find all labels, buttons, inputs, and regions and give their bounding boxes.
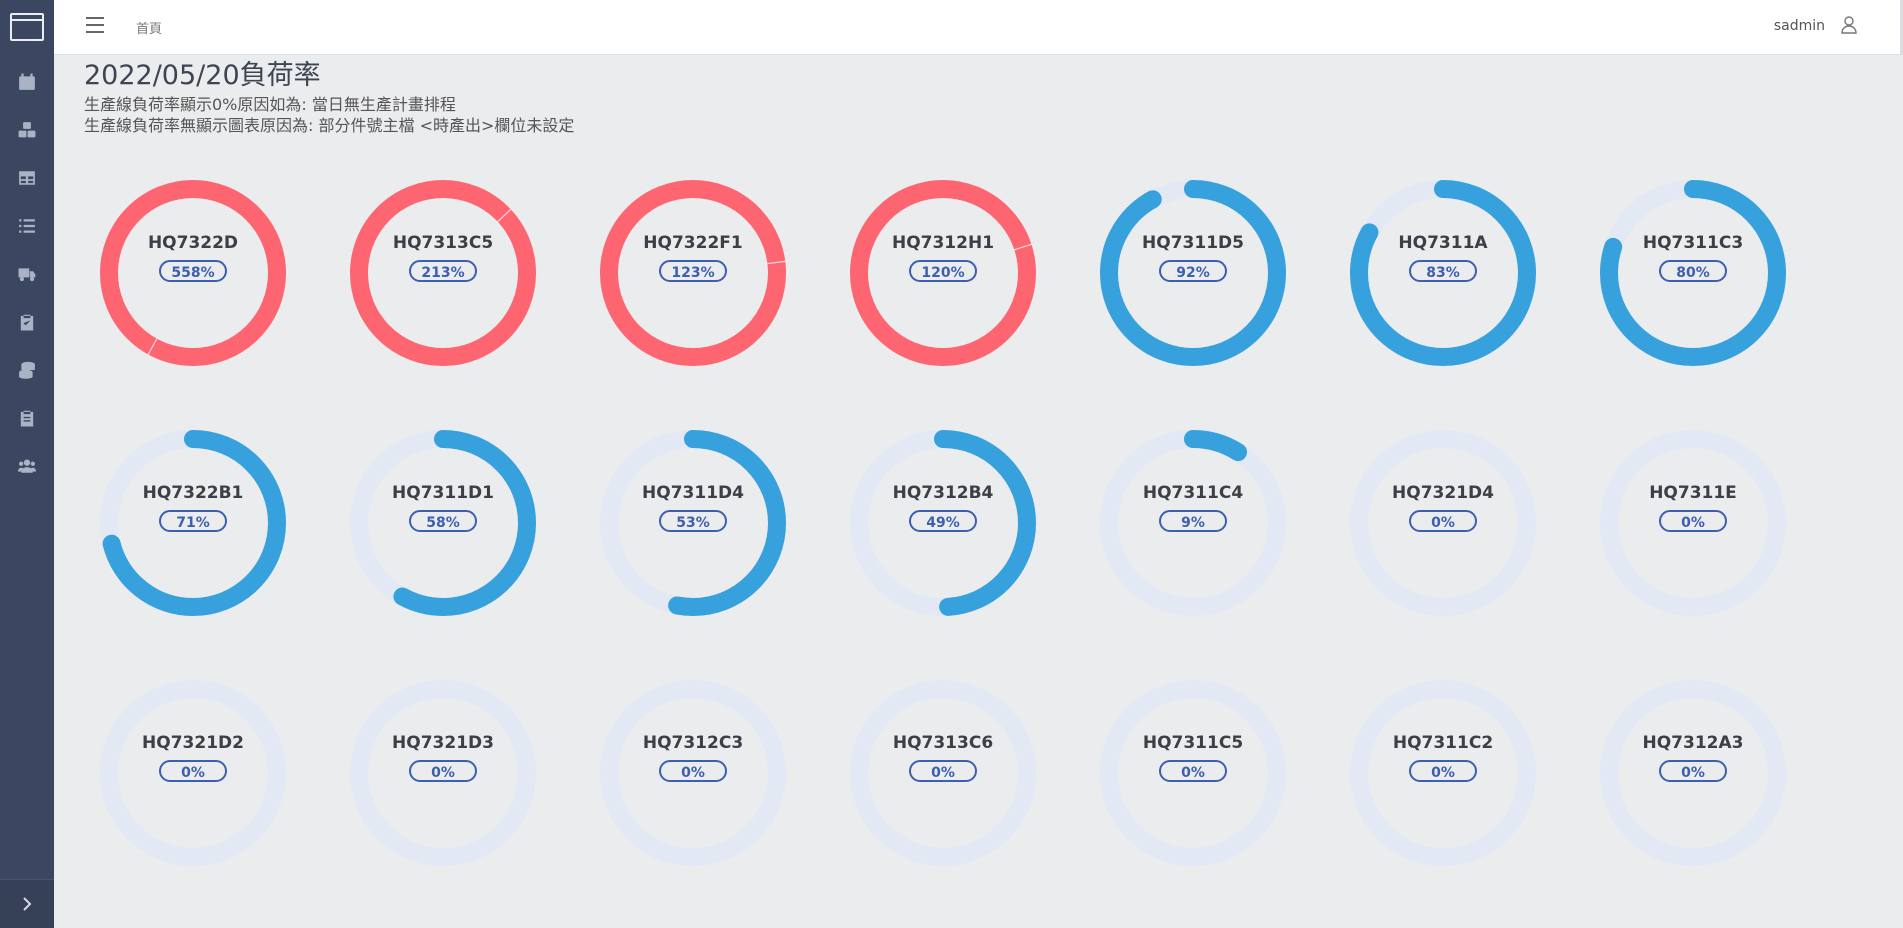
load-gauge-card: HQ7312B4 49%	[850, 430, 1036, 616]
load-gauge-card: HQ7311C2 0%	[1350, 680, 1536, 866]
clipboard-icon[interactable]	[0, 394, 54, 442]
clipboard-check-icon[interactable]	[0, 298, 54, 346]
load-gauge-card: HQ7312A3 0%	[1600, 680, 1786, 866]
gauge-line-name: HQ7322B1	[142, 483, 244, 503]
note-zero-reason: 生產線負荷率顯示0%原因如為: 當日無生產計畫排程	[84, 95, 456, 114]
note-missing-chart-reason: 生產線負荷率無顯示圖表原因為: 部分件號主檔 <時產出>欄位未設定	[84, 116, 575, 135]
load-gauge-card: HQ7321D4 0%	[1350, 430, 1536, 616]
load-gauge-card: HQ7322F1 123%	[600, 180, 786, 366]
gauge-line-name: HQ7322F1	[643, 233, 743, 253]
load-gauge-card: HQ7313C5 213%	[350, 180, 536, 366]
load-gauge-card: HQ7321D3 0%	[350, 680, 536, 866]
gauge-percent-badge: 0%	[659, 760, 727, 782]
calendar-icon[interactable]	[0, 58, 54, 106]
gauge-percent-badge: 0%	[409, 760, 477, 782]
load-gauge-card: HQ7311C3 80%	[1600, 180, 1786, 366]
sidebar-expand-button[interactable]	[0, 879, 54, 928]
gauge-percent-badge: 120%	[909, 260, 977, 282]
gauge-percent-badge: 0%	[1659, 510, 1727, 532]
gauge-line-name: HQ7311D4	[642, 483, 744, 503]
app-logo-icon[interactable]	[0, 0, 54, 54]
gauge-percent-badge: 0%	[909, 760, 977, 782]
gauge-line-name: HQ7313C5	[392, 233, 494, 253]
main-content: 2022/05/20負荷率 生產線負荷率顯示0%原因如為: 當日無生產計畫排程 …	[84, 58, 574, 136]
load-gauge-card: HQ7311D1 58%	[350, 430, 536, 616]
gauge-line-name: HQ7312B4	[892, 483, 994, 503]
sidebar	[0, 0, 54, 928]
gauge-line-name: HQ7311C4	[1142, 483, 1244, 503]
gauge-percent-badge: 9%	[1159, 510, 1227, 532]
gauge-line-name: HQ7311D1	[392, 483, 494, 503]
gauge-line-name: HQ7312C3	[642, 733, 744, 753]
gauge-line-name: HQ7311D5	[1142, 233, 1244, 253]
gauge-percent-badge: 49%	[909, 510, 977, 532]
load-gauge-card: HQ7313C6 0%	[850, 680, 1036, 866]
menu-toggle-icon[interactable]	[86, 17, 104, 33]
gauge-percent-badge: 0%	[1409, 510, 1477, 532]
gauge-line-name: HQ7312A3	[1642, 733, 1744, 753]
gauge-percent-badge: 0%	[1409, 760, 1477, 782]
gauge-percent-badge: 0%	[1659, 760, 1727, 782]
gauge-percent-badge: 92%	[1159, 260, 1227, 282]
gauge-percent-badge: 80%	[1659, 260, 1727, 282]
gauge-percent-badge: 83%	[1409, 260, 1477, 282]
breadcrumb-home[interactable]: 首頁	[136, 18, 162, 37]
load-gauge-card: HQ7312H1 120%	[850, 180, 1036, 366]
gauge-line-name: HQ7312H1	[891, 233, 995, 253]
gauge-line-name: HQ7311C2	[1392, 733, 1494, 753]
gauge-line-name: HQ7321D4	[1392, 483, 1494, 503]
chevron-right-icon	[23, 897, 32, 911]
gauge-percent-badge: 123%	[659, 260, 727, 282]
page-title: 2022/05/20負荷率	[84, 60, 321, 91]
users-icon[interactable]	[0, 442, 54, 490]
gauge-percent-badge: 71%	[159, 510, 227, 532]
gauge-percent-badge: 0%	[159, 760, 227, 782]
load-gauge-card: HQ7311C5 0%	[1100, 680, 1286, 866]
gauge-line-name: HQ7321D3	[392, 733, 494, 753]
gauge-percent-badge: 53%	[659, 510, 727, 532]
load-gauge-card: HQ7311A 83%	[1350, 180, 1536, 366]
gauge-line-name: HQ7311A	[1398, 233, 1488, 253]
load-gauge-card: HQ7322B1 71%	[100, 430, 286, 616]
table-icon[interactable]	[0, 154, 54, 202]
gauge-percent-badge: 58%	[409, 510, 477, 532]
load-gauge-card: HQ7311C4 9%	[1100, 430, 1286, 616]
truck-icon[interactable]	[0, 250, 54, 298]
load-gauge-card: HQ7322D 558%	[100, 180, 286, 366]
top-header: 首頁 sadmin	[54, 0, 1903, 55]
gauge-line-name: HQ7321D2	[142, 733, 244, 753]
load-gauge-card: HQ7312C3 0%	[600, 680, 786, 866]
username-label[interactable]: sadmin	[1774, 18, 1825, 34]
list-icon[interactable]	[0, 202, 54, 250]
cubes-icon[interactable]	[0, 106, 54, 154]
gauge-line-name: HQ7322D	[147, 233, 239, 253]
gauge-percent-badge: 0%	[1159, 760, 1227, 782]
gauge-line-name: HQ7311C5	[1142, 733, 1244, 753]
user-icon[interactable]	[1841, 16, 1857, 34]
gauge-line-name: HQ7313C6	[892, 733, 994, 753]
gauge-line-name: HQ7311E	[1649, 483, 1737, 503]
load-gauge-card: HQ7311E 0%	[1600, 430, 1786, 616]
load-gauge-card: HQ7311D4 53%	[600, 430, 786, 616]
load-gauge-card: HQ7311D5 92%	[1100, 180, 1286, 366]
gauge-grid: HQ7322D 558% HQ7313C5 213% HQ7322F1 123% HQ731…	[100, 180, 1786, 866]
gauge-line-name: HQ7311C3	[1642, 233, 1744, 253]
gauge-percent-badge: 558%	[159, 260, 227, 282]
coins-icon[interactable]	[0, 346, 54, 394]
load-gauge-card: HQ7321D2 0%	[100, 680, 286, 866]
gauge-percent-badge: 213%	[409, 260, 477, 282]
